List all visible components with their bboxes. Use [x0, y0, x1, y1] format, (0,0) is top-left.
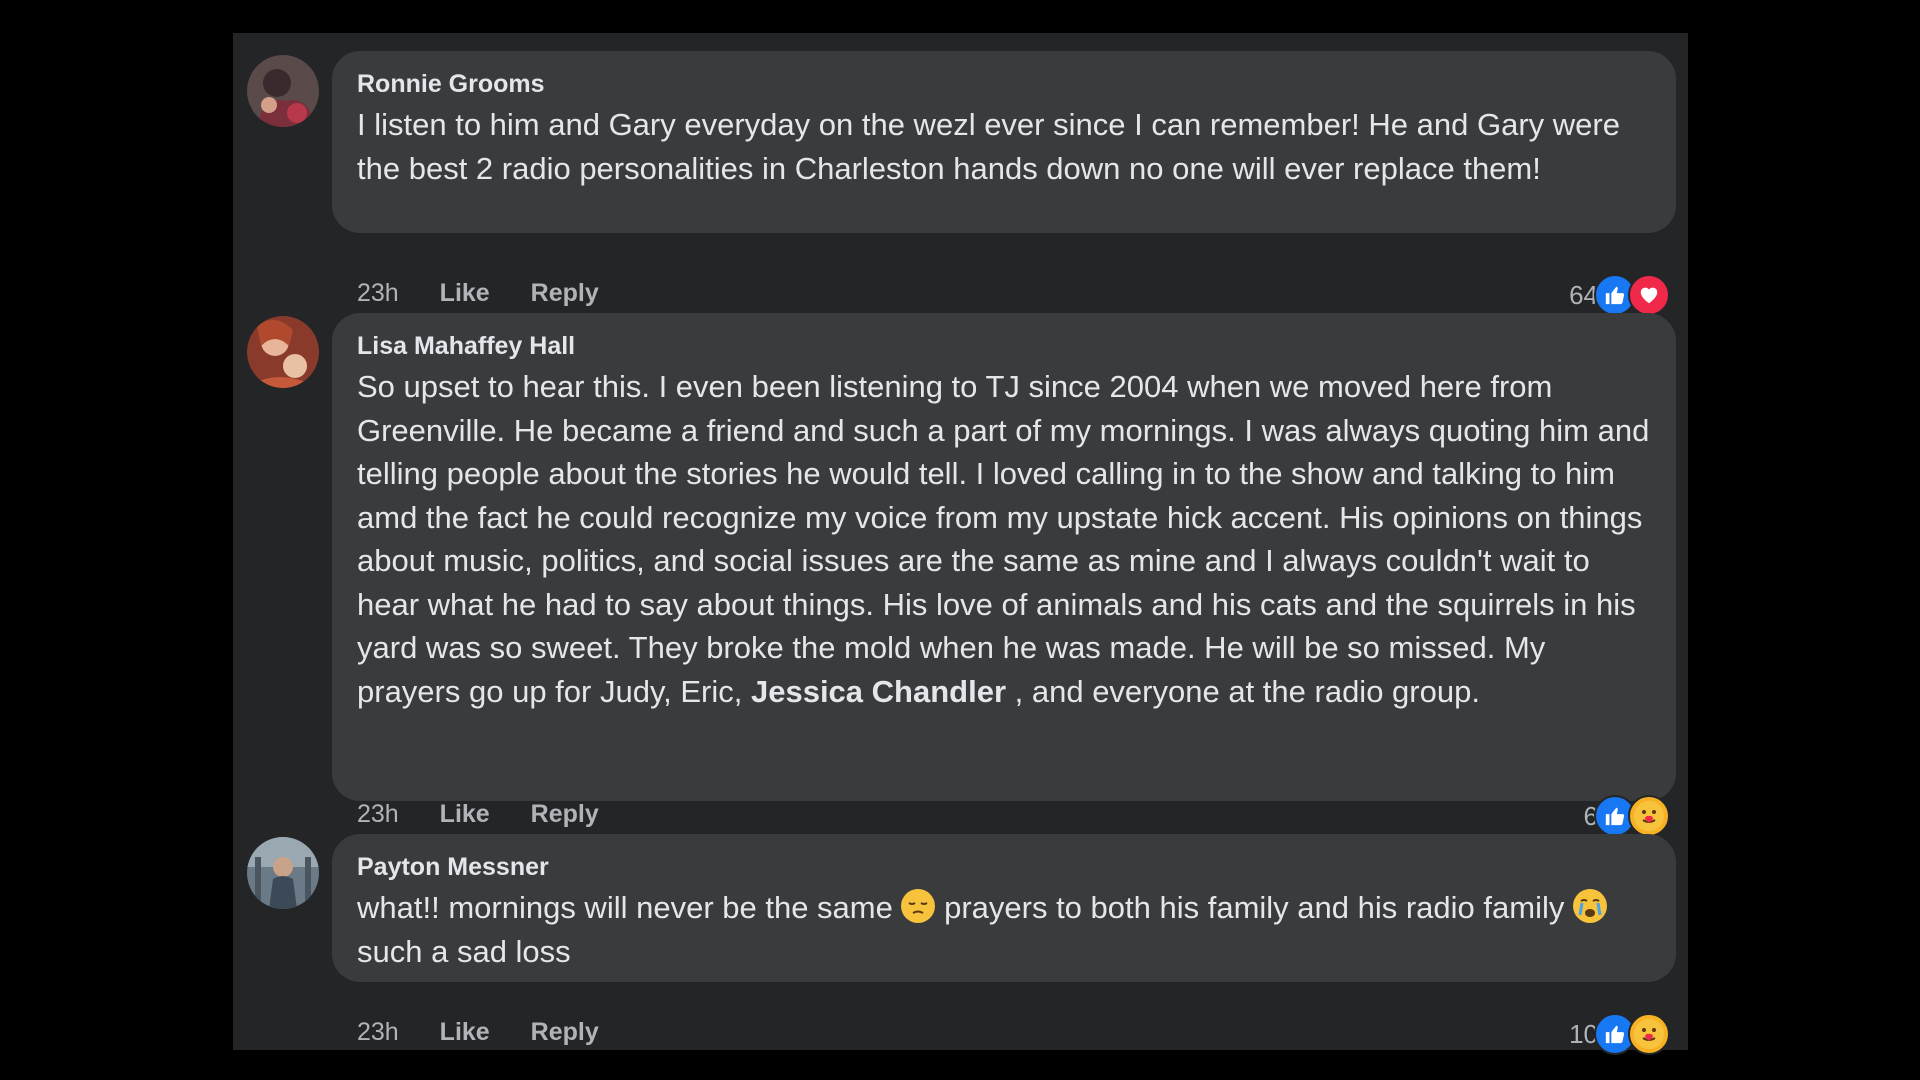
comment-timestamp[interactable]: 23h [357, 279, 399, 307]
mention-link[interactable]: Jessica Chandler [751, 674, 1006, 709]
comment-author[interactable]: Ronnie Grooms [357, 69, 1650, 99]
reply-button[interactable]: Reply [531, 1018, 599, 1046]
comment-text-part: such a sad loss [357, 933, 571, 969]
comment-actions: 23h Like Reply [357, 797, 633, 831]
crying-face-icon [1572, 889, 1607, 923]
comments-panel: Ronnie Grooms I listen to him and Gary e… [233, 33, 1688, 1055]
like-button[interactable]: Like [440, 279, 490, 307]
comment-timestamp[interactable]: 23h [357, 1018, 399, 1046]
comment-text: So upset to hear this. I even been liste… [357, 365, 1650, 713]
comment-timestamp[interactable]: 23h [357, 800, 399, 828]
comment-bubble: Payton Messner what!! mornings will neve… [332, 834, 1676, 982]
comment-author[interactable]: Lisa Mahaffey Hall [357, 331, 1650, 361]
reply-button[interactable]: Reply [531, 800, 599, 828]
comment-text-part: what!! mornings will never be the same [357, 890, 902, 925]
care-icon [1628, 795, 1670, 837]
love-icon [1628, 274, 1670, 316]
like-button[interactable]: Like [440, 1018, 490, 1046]
reaction-summary[interactable]: 64 [1569, 274, 1670, 316]
comment-text-part: , and everyone at the radio group. [1006, 673, 1480, 709]
reaction-summary[interactable]: 10 [1569, 1013, 1670, 1055]
avatar[interactable] [247, 316, 319, 388]
pensive-face-icon [901, 889, 936, 923]
comment-text-part: So upset to hear this. I even been liste… [357, 369, 1650, 709]
reaction-summary[interactable]: 6 [1584, 795, 1670, 837]
comment-actions: 23h Like Reply [357, 276, 633, 310]
comment-bubble: Lisa Mahaffey Hall So upset to hear this… [332, 313, 1676, 801]
comment-text: what!! mornings will never be the same p… [357, 886, 1650, 973]
comment-actions: 23h Like Reply [357, 1015, 633, 1049]
like-button[interactable]: Like [440, 800, 490, 828]
comment-bubble: Ronnie Grooms I listen to him and Gary e… [332, 51, 1676, 233]
reply-button[interactable]: Reply [531, 279, 599, 307]
comment-text-part: prayers to both his family and his radio… [935, 890, 1573, 925]
avatar[interactable] [247, 55, 319, 127]
care-icon [1628, 1013, 1670, 1055]
comment-text: I listen to him and Gary everyday on the… [357, 107, 1620, 186]
comment-author[interactable]: Payton Messner [357, 852, 1650, 882]
avatar[interactable] [247, 837, 319, 909]
